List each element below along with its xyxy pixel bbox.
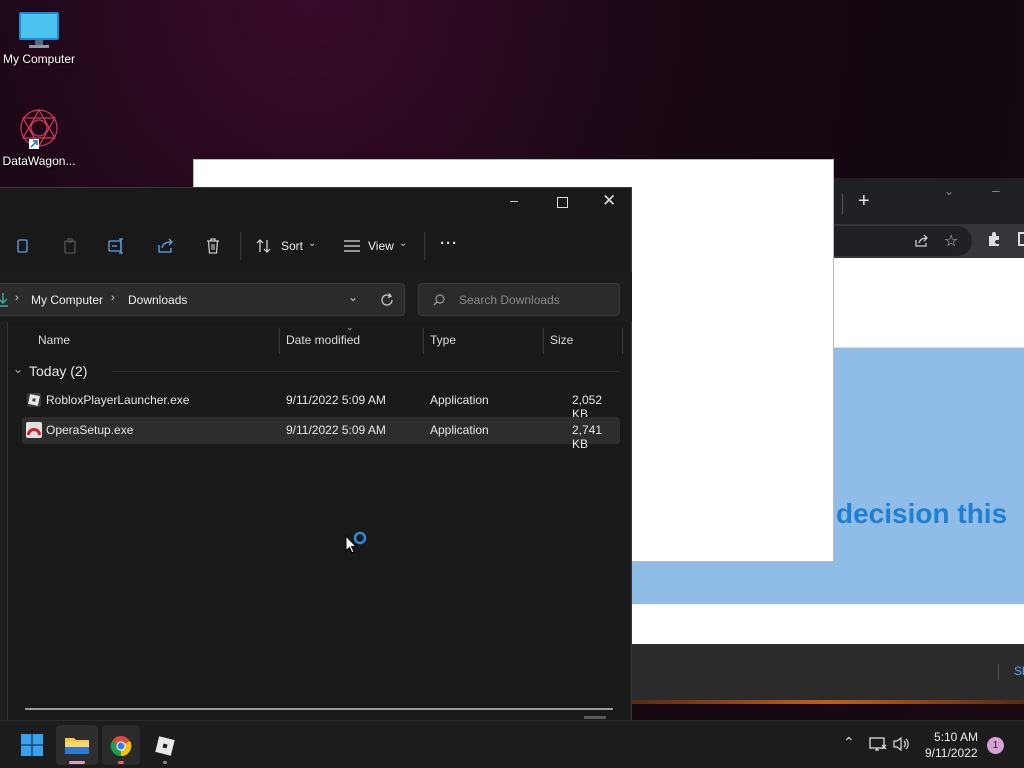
profile-icon[interactable] xyxy=(1018,232,1024,246)
hero-headline: decision this xyxy=(836,498,1008,529)
network-icon[interactable] xyxy=(869,736,887,752)
column-header-size[interactable]: Size xyxy=(550,333,573,347)
clock-time[interactable]: 5:10 AM xyxy=(934,730,978,744)
bookmark-star-icon[interactable]: ☆ xyxy=(944,231,958,251)
rename-icon[interactable] xyxy=(108,238,126,254)
browser-bottom-glow xyxy=(632,700,1024,704)
show-hidden-icons-chevron-icon[interactable]: ⌃ xyxy=(843,734,855,751)
file-explorer-window[interactable]: – ✕ Sort ⌄ View ⌄ ··· › My Computer › Do… xyxy=(0,187,632,721)
view-lines-icon xyxy=(344,240,360,252)
footer-divider xyxy=(998,664,999,680)
tab-search-chevron-icon[interactable]: ⌄ xyxy=(944,184,954,198)
column-header-date[interactable]: Date modified xyxy=(286,333,360,347)
group-header-today[interactable]: Today (2) xyxy=(29,363,87,379)
address-bar[interactable]: › My Computer › Downloads ⌄ xyxy=(0,283,405,316)
active-app-indicator xyxy=(69,761,85,764)
chevron-down-icon: ⌄ xyxy=(308,238,317,249)
sort-arrows-icon xyxy=(256,239,271,253)
toolbar-divider xyxy=(240,232,241,260)
more-options-button[interactable]: ··· xyxy=(440,235,458,252)
delete-icon[interactable] xyxy=(206,238,220,254)
sort-label: Sort xyxy=(281,239,304,253)
address-history-chevron-icon[interactable]: ⌄ xyxy=(348,290,358,304)
folder-icon xyxy=(65,738,89,754)
desktop-icon-datawagon[interactable]: DataWagon... xyxy=(0,106,78,168)
maximize-button[interactable] xyxy=(557,197,568,208)
clock-date[interactable]: 9/11/2022 xyxy=(925,746,978,760)
extensions-icon[interactable] xyxy=(986,231,1002,247)
paste-icon xyxy=(64,238,76,254)
volume-icon[interactable] xyxy=(893,736,911,752)
column-header-name[interactable]: Name xyxy=(38,333,70,347)
view-label: View xyxy=(368,239,394,253)
file-type: Application xyxy=(430,393,489,407)
search-box[interactable]: Search Downloads xyxy=(418,283,620,316)
monitor-icon xyxy=(19,12,59,48)
minimize-button[interactable]: – xyxy=(510,192,518,208)
column-separator[interactable] xyxy=(543,328,544,354)
notification-badge[interactable]: 1 xyxy=(987,737,1004,754)
share-icon[interactable] xyxy=(157,238,175,254)
breadcrumb-chevron-icon: › xyxy=(111,292,115,304)
search-placeholder: Search Downloads xyxy=(459,293,560,307)
file-date: 9/11/2022 5:09 AM xyxy=(286,423,386,437)
tab-divider xyxy=(842,194,843,214)
new-tab-button[interactable]: + xyxy=(858,190,870,213)
desktop-icon-label: My Computer xyxy=(2,52,76,66)
desktop-icon-label: DataWagon... xyxy=(2,154,76,168)
share-icon[interactable] xyxy=(914,234,930,248)
file-type: Application xyxy=(430,423,489,437)
taskbar-file-explorer[interactable] xyxy=(56,725,98,765)
file-name: OperaSetup.exe xyxy=(46,423,134,437)
chevron-down-icon: ⌄ xyxy=(399,238,408,249)
file-row-selected[interactable]: OperaSetup.exe 9/11/2022 5:09 AM Applica… xyxy=(22,417,620,451)
file-name: RobloxPlayerLauncher.exe xyxy=(46,393,190,407)
taskbar: ⌃ 5:10 AM 9/11/2022 1 xyxy=(0,720,1024,768)
breadcrumb-my-computer[interactable]: My Computer xyxy=(31,293,103,307)
refresh-icon[interactable] xyxy=(380,293,394,307)
busy-spinner-icon xyxy=(353,531,367,545)
download-arrow-icon xyxy=(0,293,8,307)
breadcrumb-chevron-icon: › xyxy=(15,292,19,304)
column-header-type[interactable]: Type xyxy=(430,333,456,347)
group-divider xyxy=(112,371,620,372)
taskbar-chrome[interactable] xyxy=(102,725,140,765)
close-button[interactable]: ✕ xyxy=(602,191,616,211)
column-separator[interactable] xyxy=(622,328,623,354)
column-separator[interactable] xyxy=(423,328,424,354)
desktop-icon-my-computer[interactable]: My Computer xyxy=(0,10,78,66)
search-icon xyxy=(433,294,445,306)
toolbar-divider xyxy=(424,232,425,260)
datawagon-icon xyxy=(20,108,58,149)
file-size: 2,741 KB xyxy=(572,423,603,451)
breadcrumb-downloads[interactable]: Downloads xyxy=(128,293,187,307)
running-app-indicator xyxy=(163,761,167,764)
file-row[interactable]: RobloxPlayerLauncher.exe 9/11/2022 5:09 … xyxy=(22,387,620,421)
running-app-indicator xyxy=(118,761,124,764)
horizontal-scrollbar[interactable] xyxy=(25,708,613,710)
group-collapse-chevron-icon[interactable]: ⌄ xyxy=(13,362,23,376)
navigation-pane-edge[interactable] xyxy=(0,322,8,720)
footer-show-link[interactable]: Sh xyxy=(1014,664,1024,678)
column-separator[interactable] xyxy=(279,328,280,354)
sort-indicator-icon: ⌄ xyxy=(346,322,354,332)
taskbar-roblox[interactable] xyxy=(146,725,184,765)
opera-icon xyxy=(26,422,42,438)
copy-icon[interactable] xyxy=(15,238,29,254)
resize-grip[interactable] xyxy=(584,716,606,719)
start-windows-icon[interactable] xyxy=(21,734,43,756)
file-date: 9/11/2022 5:09 AM xyxy=(286,393,386,407)
roblox-icon xyxy=(155,736,175,756)
chrome-icon xyxy=(110,736,132,757)
browser-footer-bar: Sh xyxy=(632,644,1024,702)
minimize-icon[interactable]: – xyxy=(992,182,1000,198)
roblox-icon xyxy=(27,393,41,407)
